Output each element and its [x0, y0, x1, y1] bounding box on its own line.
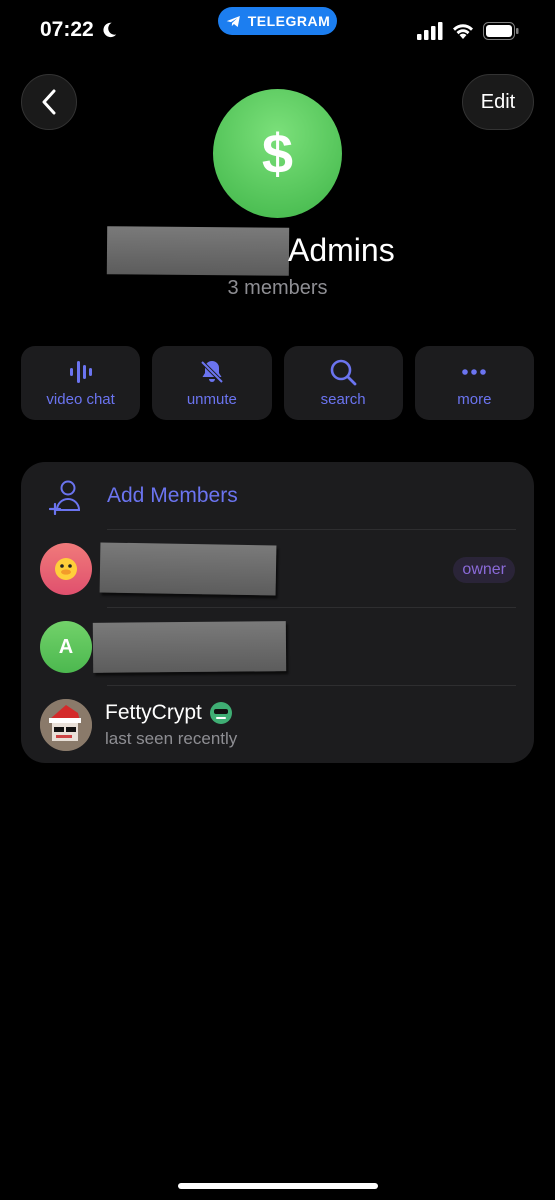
member-count: 3 members: [227, 277, 328, 299]
telegram-pill[interactable]: TELEGRAM: [218, 7, 337, 35]
video-chat-label: video chat: [46, 391, 115, 408]
telegram-plane-icon: [226, 15, 240, 27]
search-button[interactable]: search: [283, 346, 403, 420]
member-name-label: FettyCrypt: [105, 701, 202, 724]
home-indicator[interactable]: [178, 1183, 378, 1189]
time-label: 07:22: [40, 18, 94, 41]
group-avatar[interactable]: $: [213, 89, 342, 218]
pixel-santa-icon: [40, 699, 92, 751]
moon-icon: [103, 22, 116, 38]
duck-emoji-icon: [55, 558, 77, 580]
ellipsis-icon: [462, 369, 487, 375]
telegram-pill-label: TELEGRAM: [247, 13, 331, 29]
back-button[interactable]: [21, 74, 77, 130]
member-row-fettycrypt[interactable]: [21, 686, 534, 763]
member-name: FettyCrypt: [105, 700, 234, 726]
avatar-letter: A: [58, 635, 74, 658]
more-button[interactable]: more: [414, 346, 534, 420]
group-name: Admins: [288, 232, 395, 268]
unmute-label: unmute: [186, 391, 237, 408]
video-chat-button[interactable]: video chat: [21, 346, 141, 420]
pixel-art-avatar: [40, 699, 92, 751]
more-label: more: [457, 391, 492, 408]
edit-button[interactable]: Edit: [462, 74, 534, 130]
add-members-row[interactable]: Add Members: [21, 462, 534, 530]
redacted-member-name: [92, 621, 287, 673]
duck-avatar: [40, 543, 92, 595]
bell-slash-icon: [200, 360, 224, 384]
dollar-sign-icon: $: [261, 122, 294, 185]
search-icon: [330, 359, 357, 386]
signal-icon: [417, 22, 443, 40]
owner-badge: owner: [453, 557, 515, 583]
redacted-member-name: [99, 542, 277, 596]
edit-label: Edit: [480, 90, 516, 113]
action-row: video chat unmute search more: [21, 346, 534, 420]
status-time: 07:22: [40, 18, 118, 42]
add-members-label: Add Members: [107, 484, 238, 507]
redacted-group-name: [106, 226, 290, 276]
add-user-icon: [49, 480, 81, 515]
chevron-left-icon: [42, 89, 56, 115]
battery-icon: [483, 22, 519, 40]
emoji-status-icon: [209, 702, 232, 724]
unmute-button[interactable]: unmute: [152, 346, 272, 420]
wifi-icon: [453, 24, 473, 39]
waveform-icon: [69, 361, 92, 383]
member-status: last seen recently: [105, 729, 238, 748]
search-label: search: [320, 391, 366, 408]
letter-avatar: A: [40, 621, 92, 673]
status-icons: [417, 22, 519, 40]
members-card: Add Members owner A FettyCrypt last seen…: [21, 462, 534, 763]
